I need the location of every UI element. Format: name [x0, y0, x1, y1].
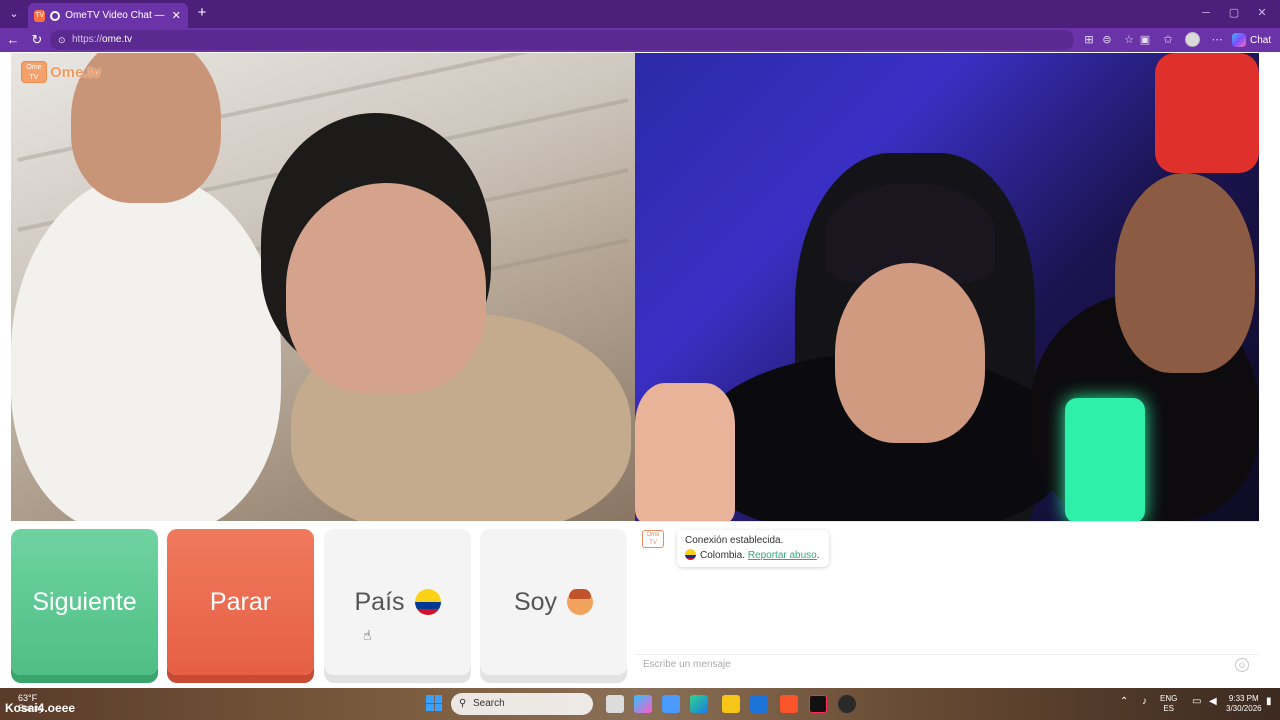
- hand-cursor-icon: ☝: [363, 627, 372, 643]
- copilot-icon: [1232, 33, 1246, 47]
- person-face: [835, 263, 985, 443]
- new-tab-button[interactable]: +: [193, 4, 211, 22]
- stop-button-label: Parar: [209, 587, 272, 616]
- window-restore-button[interactable]: ▢: [1219, 4, 1249, 22]
- windows-start-icon[interactable]: [426, 695, 442, 711]
- report-suffix: .: [816, 550, 820, 561]
- colombia-flag-icon: [414, 589, 441, 615]
- tab-title: OmeTV Video Chat — Omegle: [65, 10, 165, 21]
- app-available-icon[interactable]: ⊞: [1082, 33, 1096, 47]
- next-button-label: Siguiente: [32, 587, 137, 616]
- ometv-system-icon: Ome TV: [642, 530, 664, 548]
- windows-taskbar: 63°F Sunny Kosai4.oeee ⚲ Search ⌃ ♪ ENG …: [0, 688, 1280, 720]
- report-abuse-link[interactable]: Reportar abuso: [748, 550, 817, 561]
- person-face: [1115, 173, 1255, 373]
- favorites-icon[interactable]: ✩: [1161, 33, 1175, 47]
- brave-app-icon[interactable]: [780, 695, 798, 713]
- split-screen-icon[interactable]: ▣: [1138, 33, 1152, 47]
- clock-date: 3/30/2026: [1226, 704, 1262, 713]
- rgb-microphone: [1065, 398, 1145, 521]
- person-face: [286, 183, 486, 393]
- clock-time: 9:33 PM: [1228, 694, 1259, 703]
- gender-button-label: Soy: [513, 587, 558, 616]
- boy-face-icon: [567, 589, 594, 615]
- emoji-icon[interactable]: ☺: [1235, 658, 1249, 672]
- stop-button[interactable]: Parar: [167, 529, 314, 675]
- url-field[interactable]: ⊙ https://ome.tv: [50, 30, 1074, 50]
- wall-art: [1155, 53, 1259, 173]
- url-host: ome.tv: [102, 34, 133, 45]
- tracking-prevention-icon[interactable]: ⊜: [1100, 33, 1114, 47]
- system-message: Conexión establecida. Colombia. Reportar…: [677, 530, 829, 567]
- hand: [635, 383, 735, 521]
- store-app-icon[interactable]: [662, 695, 680, 713]
- country-button-label: País: [354, 587, 405, 616]
- notifications-icon[interactable]: ▮: [1266, 697, 1272, 707]
- language-indicator[interactable]: ENG ES: [1160, 694, 1177, 714]
- microphone-icon[interactable]: ♪: [1142, 697, 1147, 707]
- lang-top: ENG: [1160, 694, 1178, 703]
- browser-tab-bar: ⌄ TV OmeTV Video Chat — Omegle ✕ + ─ ▢ ✕: [0, 0, 1280, 28]
- window-close-button[interactable]: ✕: [1247, 4, 1277, 22]
- lang-bottom: ES: [1163, 704, 1174, 713]
- search-label: Search: [473, 698, 505, 709]
- colombia-flag-icon: [685, 549, 696, 560]
- tab-actions-chevron-icon[interactable]: ⌄: [4, 5, 24, 23]
- refresh-icon[interactable]: ↻: [28, 31, 46, 49]
- more-options-icon[interactable]: ⋯: [1210, 33, 1224, 47]
- mail-app-icon[interactable]: [750, 695, 768, 713]
- stranger-country: Colombia.: [700, 550, 746, 561]
- ometv-page: Ome TV Ome.tv Siguiente Parar País Soy ☝…: [0, 52, 1280, 688]
- connection-status-text: Conexión establecida.: [685, 535, 784, 546]
- url-text: https://ome.tv: [72, 33, 132, 47]
- local-video: Ome TV Ome.tv: [11, 53, 635, 521]
- window-minimize-button[interactable]: ─: [1191, 4, 1221, 22]
- url-scheme: https://: [72, 34, 103, 45]
- browser-tab-ometv[interactable]: TV OmeTV Video Chat — Omegle ✕: [28, 3, 188, 28]
- tray-chevron-icon[interactable]: ⌃: [1120, 697, 1128, 707]
- task-view-icon[interactable]: [606, 695, 624, 713]
- ometv-logo: Ome TV Ome.tv: [21, 61, 101, 83]
- network-icon[interactable]: ▭: [1192, 697, 1201, 707]
- person-shirt-white: [11, 173, 281, 521]
- ometv-logo-icon: Ome TV: [21, 61, 47, 83]
- clock[interactable]: 9:33 PM 3/30/2026: [1226, 694, 1262, 714]
- tab-audio-icon[interactable]: [50, 10, 61, 21]
- country-filter-button[interactable]: País: [324, 529, 471, 675]
- streamer-watermark: Kosai4.oeee: [5, 701, 76, 715]
- volume-icon[interactable]: ◀: [1209, 697, 1217, 707]
- next-button[interactable]: Siguiente: [11, 529, 158, 675]
- tiktok-app-icon[interactable]: [809, 695, 827, 713]
- copilot-chat-button[interactable]: Chat: [1232, 32, 1271, 48]
- search-icon: ⚲: [459, 698, 467, 709]
- browser-address-bar: ← ↻ ⊙ https://ome.tv ⊞ ⊜ ☆ ▣ ✩ ⋯ Chat: [0, 28, 1280, 52]
- message-input[interactable]: Escribe un mensaje: [635, 654, 1259, 676]
- remote-video: [635, 53, 1259, 521]
- back-arrow-icon[interactable]: ←: [4, 31, 22, 49]
- gender-button[interactable]: Soy: [480, 529, 627, 675]
- chat-label: Chat: [1250, 34, 1272, 46]
- profile-avatar[interactable]: [1185, 32, 1200, 47]
- edge-app-icon[interactable]: [690, 695, 708, 713]
- tab-favicon-icon: TV: [34, 9, 46, 22]
- site-info-icon[interactable]: ⊙: [58, 34, 68, 46]
- taskbar-search[interactable]: ⚲ Search: [451, 693, 593, 715]
- tab-close-icon[interactable]: ✕: [171, 9, 182, 22]
- favorite-star-icon[interactable]: ☆: [1122, 33, 1136, 47]
- file-explorer-icon[interactable]: [722, 695, 740, 713]
- stranger-country-line: Colombia. Reportar abuso.: [685, 548, 821, 563]
- ometv-logo-text: Ome.tv: [50, 63, 101, 81]
- obs-app-icon[interactable]: [838, 695, 856, 713]
- copilot-app-icon[interactable]: [634, 695, 652, 713]
